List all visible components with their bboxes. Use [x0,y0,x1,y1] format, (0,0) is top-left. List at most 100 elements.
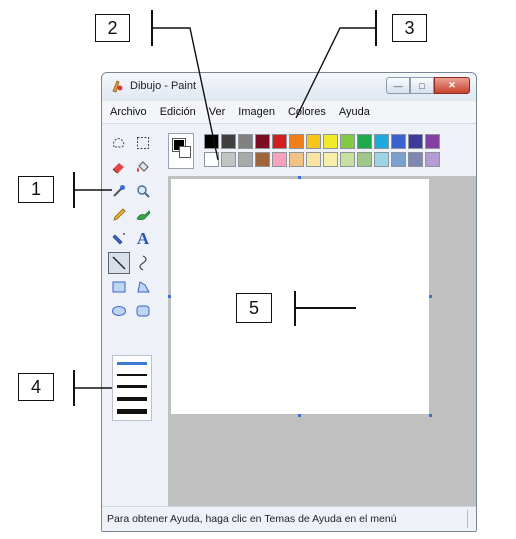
callout-1-tick [73,172,75,208]
airbrush-icon [112,233,125,245]
callout-5-line [294,307,356,309]
magnifier-tool[interactable] [132,180,154,202]
paint-app-icon [112,80,123,93]
drawing-canvas[interactable] [171,179,429,414]
resize-handle-bottom[interactable] [298,414,301,417]
airbrush-tool[interactable] [108,228,130,250]
minimize-button[interactable]: — [386,77,410,94]
callout-4-tick [73,370,75,406]
line-tool[interactable] [108,252,130,274]
callout-2-tick [151,10,153,46]
eraser-icon [112,163,124,174]
color-swatch[interactable] [357,134,372,149]
menu-ver[interactable]: Ver [209,106,226,118]
free-select-icon [113,138,125,148]
color-swatch[interactable] [408,152,423,167]
color-swatch[interactable] [306,152,321,167]
line-width-2[interactable] [117,374,147,376]
color-swatch[interactable] [238,134,253,149]
color-swatch[interactable] [238,152,253,167]
rounded-rectangle-tool[interactable] [132,300,154,322]
close-button[interactable]: ✕ [434,77,470,94]
rect-select-tool[interactable] [132,132,154,154]
magnifier-icon [137,185,150,198]
rectangle-tool[interactable] [108,276,130,298]
line-width-3[interactable] [117,385,147,388]
rect-select-icon [137,137,149,149]
resize-handle-corner[interactable] [429,414,432,417]
resize-handle-right[interactable] [429,295,432,298]
color-swatch[interactable] [255,152,270,167]
menu-bar: Archivo Edición Ver Imagen Colores Ayuda [102,101,476,124]
color-swatch[interactable] [374,152,389,167]
color-swatch[interactable] [340,152,355,167]
line-width-4[interactable] [117,397,147,401]
menu-imagen[interactable]: Imagen [238,106,275,118]
background-color [179,146,191,158]
free-select-tool[interactable] [108,132,130,154]
ellipse-icon [112,306,126,316]
line-width-selector[interactable] [112,355,152,421]
pencil-tool[interactable] [108,204,130,226]
color-swatch[interactable] [255,134,270,149]
color-swatch[interactable] [289,152,304,167]
color-swatch[interactable] [425,134,440,149]
color-swatch[interactable] [408,134,423,149]
brush-icon [136,210,151,221]
status-bar: Para obtener Ayuda, haga clic en Temas d… [102,506,476,531]
pencil-icon [113,208,126,221]
text-icon: A [136,229,150,248]
color-swatch[interactable] [204,152,219,167]
color-palette [168,133,448,171]
color-swatch[interactable] [374,134,389,149]
brush-tool[interactable] [132,204,154,226]
color-swatch[interactable] [306,134,321,149]
color-swatch[interactable] [425,152,440,167]
polygon-icon [137,281,150,293]
current-colors [168,133,194,169]
color-swatch[interactable] [323,134,338,149]
fill-bucket-icon [137,161,149,172]
minimize-icon: — [393,80,403,91]
resize-handle-top [298,176,301,179]
color-swatch[interactable] [221,134,236,149]
line-width-1[interactable] [117,362,147,365]
color-picker-tool[interactable] [108,180,130,202]
color-swatch[interactable] [272,152,287,167]
title-bar[interactable]: Dibujo - Paint — □ ✕ [102,73,476,102]
resize-handle-left [168,295,171,298]
text-tool[interactable]: A [132,228,154,250]
toolbox: A [102,124,162,505]
callout-4: 4 [18,373,54,401]
callout-1: 1 [18,176,54,203]
menu-colores[interactable]: Colores [288,106,326,118]
color-swatch[interactable] [272,134,287,149]
window-title: Dibujo - Paint [130,80,197,92]
ellipse-tool[interactable] [108,300,130,322]
maximize-icon: □ [419,80,425,91]
fill-bucket-tool[interactable] [132,156,154,178]
menu-edicion[interactable]: Edición [160,106,196,118]
color-swatch[interactable] [391,152,406,167]
color-swatch[interactable] [357,152,372,167]
color-swatch[interactable] [391,134,406,149]
color-picker-icon [113,185,125,197]
curve-icon [139,255,147,271]
line-width-5[interactable] [117,409,147,414]
color-swatch[interactable] [221,152,236,167]
callout-2: 2 [95,14,130,42]
menu-ayuda[interactable]: Ayuda [339,106,370,118]
canvas-area[interactable] [168,176,476,507]
curve-tool[interactable] [132,252,154,274]
eraser-tool[interactable] [108,156,130,178]
color-swatch[interactable] [204,134,219,149]
color-swatch[interactable] [340,134,355,149]
swatch-grid [204,134,441,168]
rectangle-icon [112,281,126,293]
maximize-button[interactable]: □ [410,77,434,94]
color-swatch[interactable] [289,134,304,149]
menu-archivo[interactable]: Archivo [110,106,147,118]
polygon-tool[interactable] [132,276,154,298]
color-swatch[interactable] [323,152,338,167]
status-text: Para obtener Ayuda, haga clic en Temas d… [107,513,397,525]
